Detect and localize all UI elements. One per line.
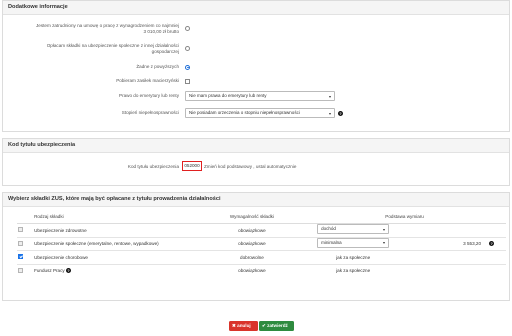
panel-skladki-zus: Wybierz składki ZUS, które mają być opła… [2,192,510,301]
kod-value: 052000 [182,161,202,171]
cancel-label: anuluj [237,323,251,328]
kod-change-link[interactable]: Zmień kod podstawowy , ustal automatyczn… [204,164,296,169]
basis-select[interactable]: minimalna [317,237,390,248]
q1-label: Jestem zatrudniony na umowę o pracę z wy… [4,23,179,35]
table-row: Ubezpieczenie zdrowotne obowiązkowe doch… [17,223,506,237]
q5-select-value: Nie mam prawa do emerytury lub renty [189,93,267,98]
kod-label: Kod tytułu ubezpieczenia [127,164,179,169]
chevron-down-icon [383,228,386,231]
row-name: Ubezpieczenie zdrowotne [33,223,201,237]
row-checkbox[interactable] [18,267,23,273]
table-row: Ubezpieczenie społeczne (emerytalne, ren… [17,236,506,251]
row-checkbox-cell [17,236,34,251]
chevron-down-icon [329,112,331,115]
help-icon[interactable]: ? [338,110,343,116]
row-checkbox[interactable] [18,240,23,246]
row-checkbox-cell [17,250,34,264]
row-req: obowiązkowe [200,263,304,277]
basis-text: jak za społeczne [336,268,371,274]
row-req: obowiązkowe [200,223,304,237]
q1-label-line2: 3 010,00 zł brutto [143,29,180,35]
q4-checkbox[interactable] [185,78,190,84]
row-checkbox[interactable] [18,254,23,259]
row-req: dobrowolne [200,250,304,264]
basis-select-value: dochód [321,226,336,231]
row-name: Ubezpieczenie chorobowe [33,250,201,264]
table-row: Ubezpieczenie chorobowe dobrowolne jak z… [17,250,506,264]
help-icon[interactable]: ? [65,268,71,274]
q6-label: Stopień niepełnosprawności [121,110,179,115]
header-checkbox-col [17,210,34,224]
chevron-down-icon [329,95,331,98]
q3-radio[interactable] [185,64,190,70]
row-basis: jak za społeczne [303,250,506,264]
q5-label: Prawo do emerytury lub renty [119,93,179,98]
row-basis: minimalna 3 553,20 ? [303,236,506,251]
row-name-text: Fundusz Pracy [34,268,65,274]
basis-select-value: minimalna [321,239,342,245]
row-basis: jak za społeczne [303,263,506,277]
q2-label-line2: gospodarczej [151,49,179,55]
table-row: Fundusz Pracy ? obowiązkowe jak za społe… [17,263,506,277]
q2-radio[interactable] [185,46,190,51]
row-name: Fundusz Pracy ? [33,263,201,277]
panel-title: Wybierz składki ZUS, które mają być opła… [3,193,509,207]
q6-select[interactable]: Nie posiadam orzeczenia o stopniu niepeł… [185,108,335,118]
header-rodzaj: Rodzaj składki [33,210,201,224]
basis-select[interactable]: dochód [317,224,390,234]
zus-table: Rodzaj składki Wymagalność składki Podst… [17,210,506,277]
q4-label: Pobieram zasiłek macierzyński [116,78,179,83]
q2-label: Opłacam składki na ubezpieczenie społecz… [4,43,179,55]
table-header-row: Rodzaj składki Wymagalność składki Podst… [17,210,506,224]
cancel-button[interactable]: ✖ anuluj [229,321,258,331]
panel-title: Dodatkowe informacje [3,1,509,15]
q3-label: Żadne z powyższych [136,64,179,69]
basis-amount: 3 553,20 [463,240,482,246]
header-podstawa: Podstawa wymiaru [303,210,506,224]
chevron-down-icon [383,242,386,244]
q6-select-value: Nie posiadam orzeczenia o stopniu niepeł… [189,110,300,115]
save-button[interactable]: ✔ zatwierdź [259,321,294,331]
panel-dodatkowe-informacje: Dodatkowe informacje Jestem zatrudniony … [2,0,510,132]
save-label: zatwierdź [267,323,288,328]
row-req: obowiązkowe [200,236,304,251]
row-checkbox-cell [17,263,34,277]
basis-text: jak za społeczne [336,254,371,260]
help-icon[interactable]: ? [489,240,495,246]
panel-title: Kod tytułu ubezpieczenia [3,139,509,153]
row-name: Ubezpieczenie społeczne (emerytalne, ren… [33,236,201,251]
q5-select[interactable]: Nie mam prawa do emerytury lub renty [185,91,335,101]
q1-radio[interactable] [185,26,190,31]
header-wymagalnosc: Wymagalność składki [200,210,304,224]
row-checkbox-cell [17,223,34,237]
row-checkbox[interactable] [18,227,23,232]
row-basis: dochód [303,223,506,237]
panel-kod-tytulu: Kod tytułu ubezpieczenia Kod tytułu ubez… [2,138,510,186]
